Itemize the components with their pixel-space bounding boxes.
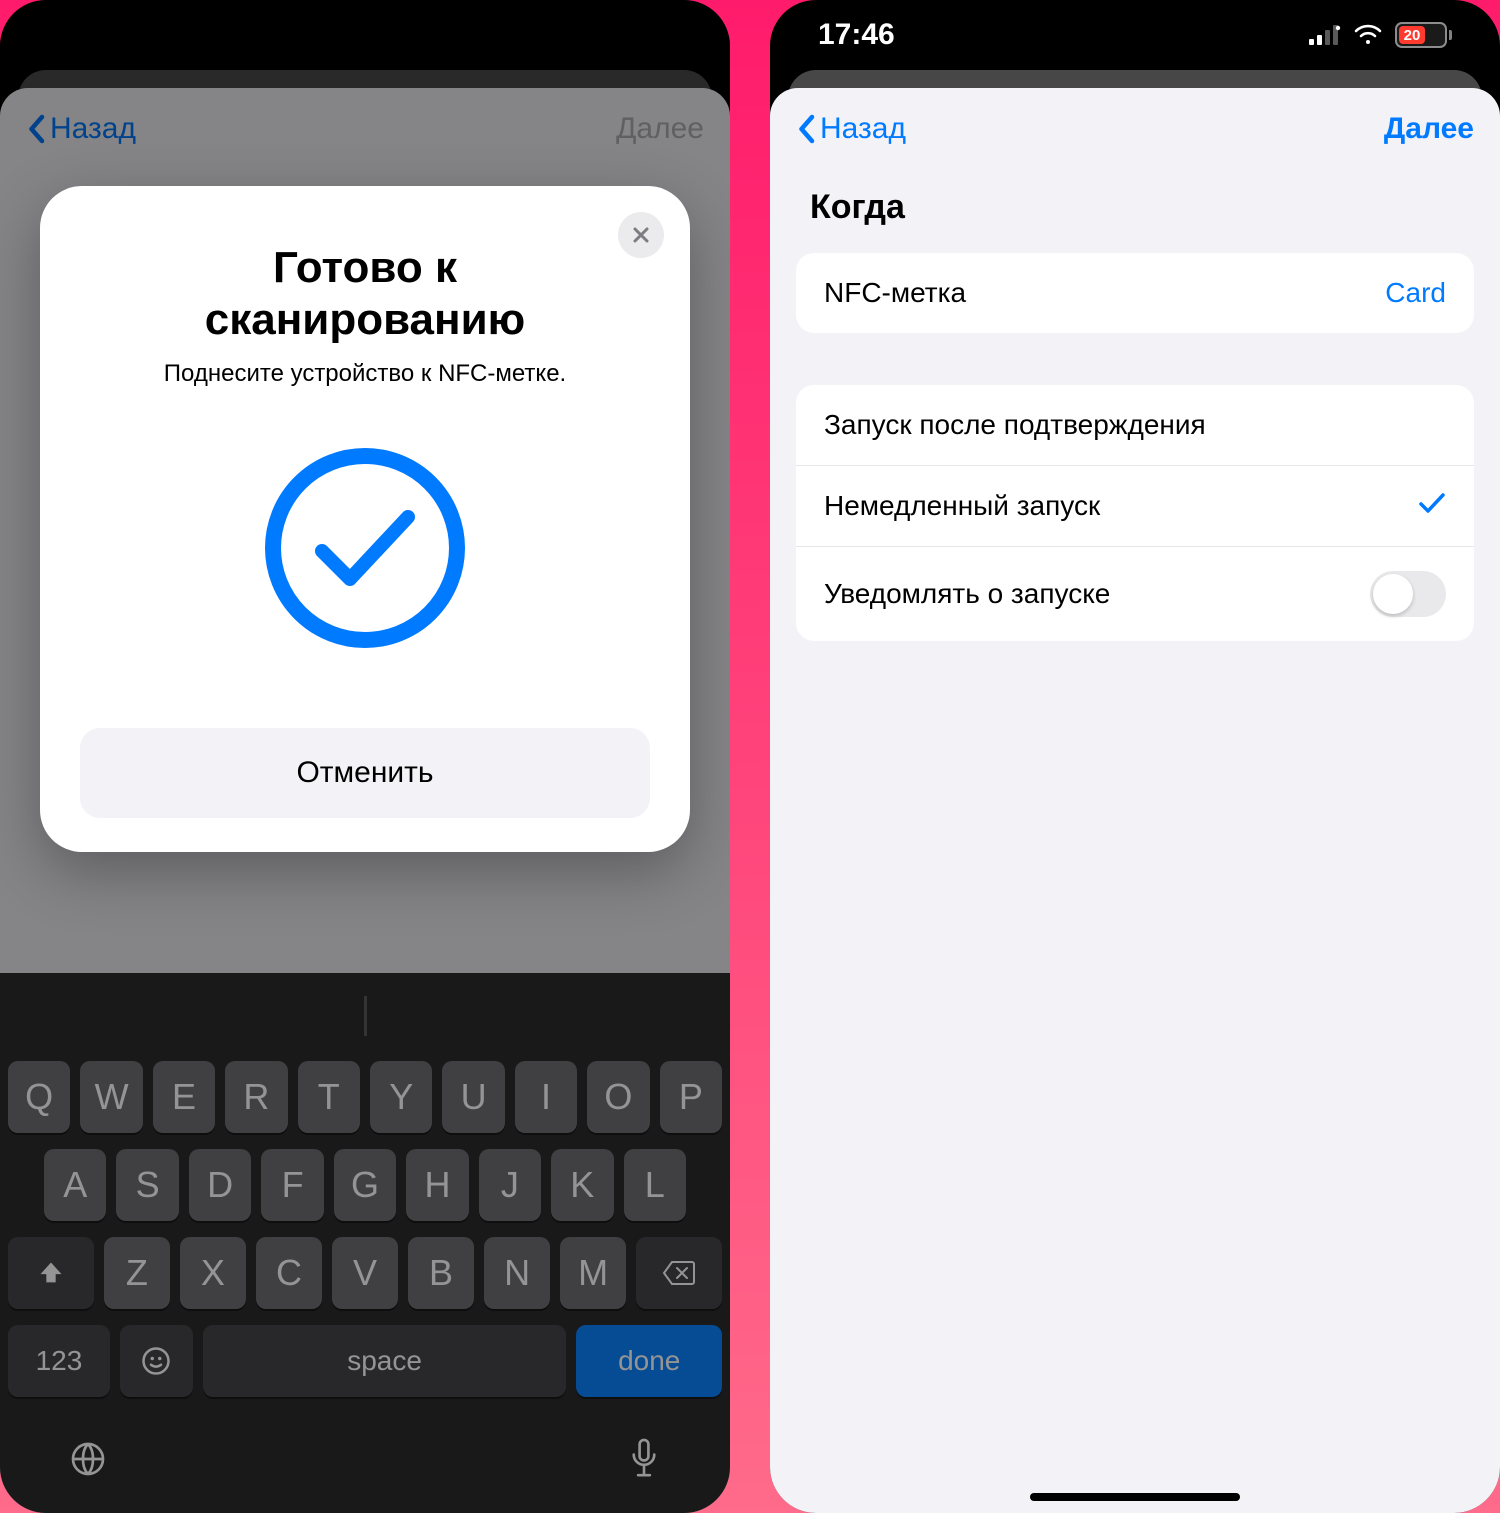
options-group: Запуск после подтверждения Немедленный з…: [796, 385, 1474, 641]
cancel-button[interactable]: Отменить: [80, 728, 650, 818]
sheet: Назад Далее Когда NFC-метка Card Запуск …: [770, 88, 1500, 1513]
option-notify-on-run: Уведомлять о запуске: [796, 546, 1474, 641]
modal-title: Готово ксканированию: [205, 242, 525, 346]
close-button[interactable]: [618, 212, 664, 258]
nfc-label: NFC-метка: [824, 277, 966, 309]
checkmark-icon: [310, 503, 420, 593]
cellular-icon: [1309, 25, 1341, 45]
nfc-scan-modal: Готово ксканированию Поднесите устройств…: [40, 186, 690, 852]
battery-percent: 20: [1399, 26, 1425, 44]
status-bar: 17:46 20: [770, 0, 1500, 70]
phone-right: 17:46 20: [770, 0, 1500, 1513]
battery-indicator: 20: [1395, 22, 1452, 48]
back-button[interactable]: Назад: [796, 112, 906, 146]
home-indicator[interactable]: [1030, 1493, 1240, 1501]
nfc-tag-row[interactable]: NFC-метка Card: [796, 253, 1474, 333]
notify-toggle[interactable]: [1370, 571, 1446, 617]
option-run-after-confirm[interactable]: Запуск после подтверждения: [796, 385, 1474, 465]
option-label: Запуск после подтверждения: [824, 409, 1206, 441]
option-label: Немедленный запуск: [824, 490, 1100, 522]
section-title-when: Когда: [770, 166, 1500, 243]
ready-check-circle: [265, 448, 465, 648]
close-icon: [631, 225, 651, 245]
phone-left: Назад Далее Q W E R T Y U I O P A S D F: [0, 0, 730, 1513]
nfc-value: Card: [1385, 277, 1446, 309]
checkmark-icon: [1418, 490, 1446, 522]
option-run-immediately[interactable]: Немедленный запуск: [796, 465, 1474, 546]
chevron-left-icon: [796, 114, 816, 144]
modal-subtitle: Поднесите устройство к NFC-метке.: [164, 360, 566, 388]
nfc-tag-group: NFC-метка Card: [796, 253, 1474, 333]
back-label: Назад: [820, 112, 906, 146]
option-label: Уведомлять о запуске: [824, 578, 1110, 610]
wifi-icon: [1353, 24, 1383, 46]
next-button[interactable]: Далее: [1384, 112, 1474, 146]
status-time: 17:46: [818, 18, 895, 52]
